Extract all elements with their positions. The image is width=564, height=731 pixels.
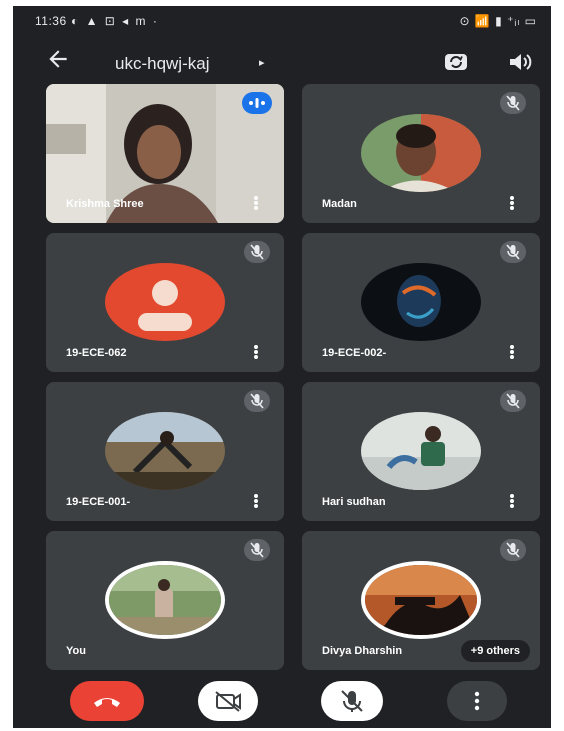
participant-name: Divya Dharshin bbox=[322, 645, 403, 657]
participant-tile[interactable]: 19-ECE-062 bbox=[46, 233, 284, 372]
participant-tile[interactable]: Divya Dharshin +9 others bbox=[302, 531, 540, 670]
more-options-icon[interactable] bbox=[252, 493, 260, 511]
more-options-icon[interactable] bbox=[508, 344, 516, 362]
more-options-icon[interactable] bbox=[508, 493, 516, 511]
status-system-icons: ⊙ 📶 ▮ ⁺ᵢₗ ▭ bbox=[459, 14, 537, 28]
mic-off-icon bbox=[244, 241, 270, 263]
more-vert-icon bbox=[474, 691, 480, 711]
participant-name: Madan bbox=[322, 198, 357, 210]
status-time: 11:36 bbox=[35, 14, 67, 28]
mic-off-icon bbox=[244, 539, 270, 561]
more-options-icon[interactable] bbox=[508, 195, 516, 213]
others-badge[interactable]: +9 others bbox=[460, 640, 530, 662]
participant-name: Krishma Shree bbox=[66, 198, 144, 210]
participant-name: 19-ECE-002- bbox=[322, 347, 387, 359]
default-avatar-icon bbox=[105, 263, 225, 341]
participant-tile[interactable]: Madan bbox=[302, 84, 540, 223]
participant-avatar bbox=[105, 412, 225, 490]
mic-off-icon bbox=[341, 690, 363, 712]
participant-tile[interactable]: 19-ECE-001- bbox=[46, 382, 284, 521]
participant-avatar bbox=[361, 412, 481, 490]
participant-tile[interactable]: Hari sudhan bbox=[302, 382, 540, 521]
meeting-info-caret-icon[interactable]: ▸ bbox=[259, 56, 265, 69]
participant-tile[interactable]: Krishma Shree bbox=[46, 84, 284, 223]
camera-off-icon bbox=[215, 691, 241, 712]
more-options-icon[interactable] bbox=[252, 344, 260, 362]
call-controls-bar bbox=[13, 674, 551, 728]
more-options-icon[interactable] bbox=[252, 195, 260, 213]
mic-off-icon bbox=[244, 390, 270, 412]
participant-avatar bbox=[361, 561, 481, 639]
switch-camera-icon[interactable] bbox=[441, 48, 471, 76]
hang-up-icon bbox=[94, 698, 120, 707]
mic-off-icon bbox=[500, 390, 526, 412]
participant-avatar bbox=[105, 561, 225, 639]
mic-toggle-button[interactable] bbox=[321, 681, 383, 721]
end-call-button[interactable] bbox=[70, 681, 144, 721]
participant-avatar bbox=[361, 114, 481, 192]
status-bar: 11:36 ◐ ▲ ⊡ ◂ m · ⊙ 📶 ▮ ⁺ᵢₗ ▭ bbox=[13, 6, 551, 34]
participant-tile-self[interactable]: You bbox=[46, 531, 284, 670]
participant-name: 19-ECE-001- bbox=[66, 496, 131, 508]
more-options-button[interactable] bbox=[447, 681, 507, 721]
meeting-top-bar: ukc-hqwj-kaj ▸ bbox=[13, 40, 551, 84]
meeting-code[interactable]: ukc-hqwj-kaj bbox=[115, 54, 209, 74]
participant-name: You bbox=[66, 645, 86, 657]
speaking-indicator-icon bbox=[242, 92, 272, 114]
mic-off-icon bbox=[500, 92, 526, 114]
phone-screen: 11:36 ◐ ▲ ⊡ ◂ m · ⊙ 📶 ▮ ⁺ᵢₗ ▭ ukc-hqwj-k… bbox=[13, 6, 551, 728]
participant-name: 19-ECE-062 bbox=[66, 347, 127, 359]
participant-tile[interactable]: 19-ECE-002- bbox=[302, 233, 540, 372]
mic-off-icon bbox=[500, 241, 526, 263]
speaker-icon[interactable] bbox=[505, 48, 535, 76]
participant-name: Hari sudhan bbox=[322, 496, 386, 508]
back-arrow-icon[interactable] bbox=[45, 46, 75, 76]
status-notification-icons: ◐ ▲ ⊡ ◂ m · bbox=[71, 14, 159, 28]
camera-toggle-button[interactable] bbox=[198, 681, 258, 721]
participant-avatar bbox=[361, 263, 481, 341]
mic-off-icon bbox=[500, 539, 526, 561]
